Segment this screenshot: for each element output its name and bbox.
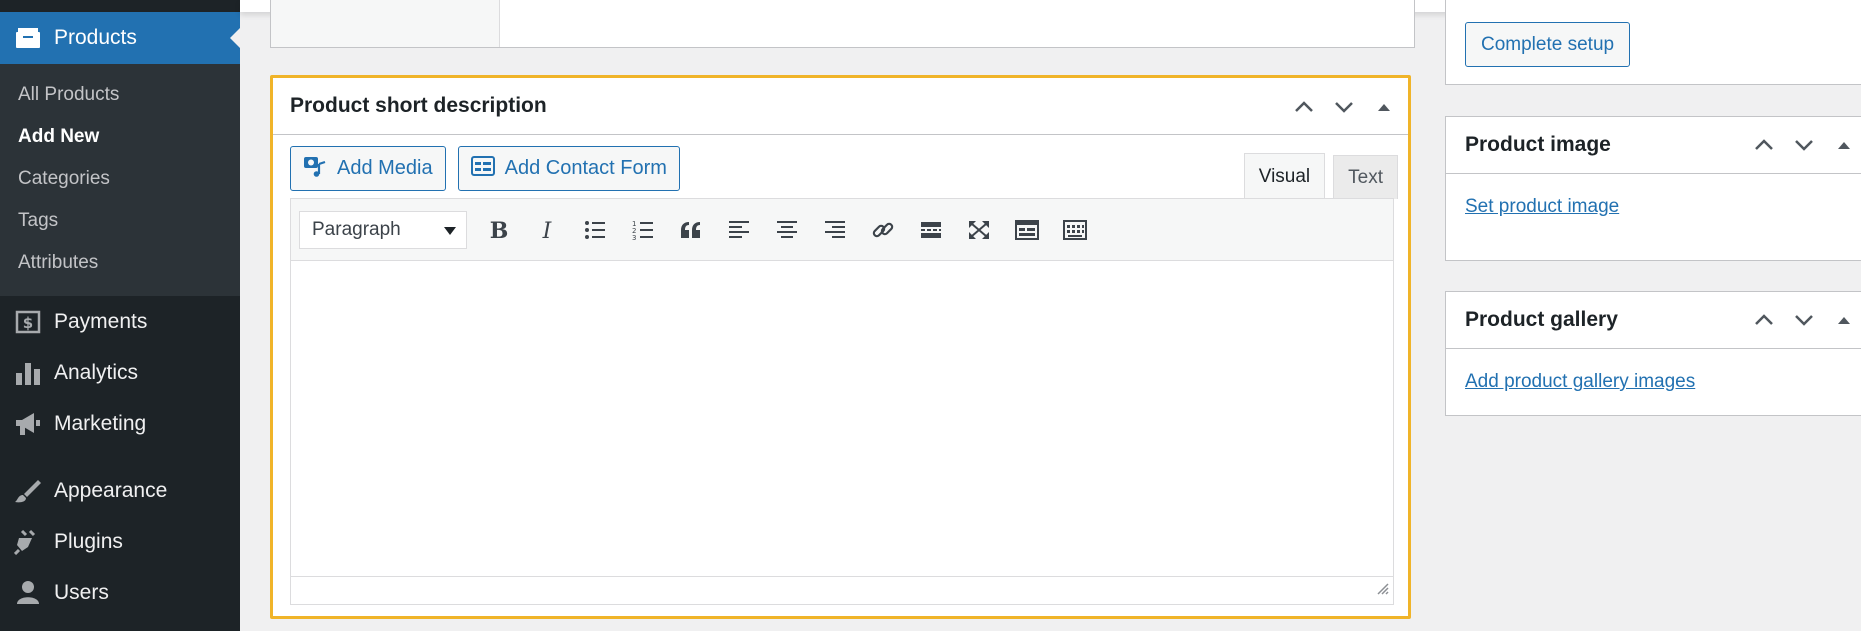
collapse-toggle-icon[interactable] — [1824, 129, 1861, 161]
sidebar-item-label: Appearance — [54, 479, 168, 502]
sidebar-item-products[interactable]: Products — [0, 12, 240, 64]
product-data-tabs — [271, 0, 500, 47]
box-controls — [1744, 129, 1861, 161]
media-icon — [303, 154, 327, 184]
add-contact-form-label: Add Contact Form — [504, 157, 667, 179]
resize-handle-icon[interactable] — [1375, 581, 1389, 600]
caret-down-icon — [444, 226, 456, 235]
svg-text:3: 3 — [632, 234, 636, 240]
sidebar-item-users[interactable]: Users — [0, 568, 240, 618]
megaphone-icon — [14, 410, 42, 438]
box-controls — [1284, 91, 1404, 123]
move-down-icon[interactable] — [1784, 129, 1824, 161]
media-buttons: Add Media Add Contact Form — [290, 146, 680, 191]
italic-icon[interactable]: I — [523, 211, 571, 249]
collapse-toggle-icon[interactable] — [1824, 304, 1861, 336]
align-right-icon[interactable] — [811, 211, 859, 249]
collapse-toggle-icon[interactable] — [1364, 91, 1404, 123]
plugin-icon — [14, 528, 42, 556]
add-gallery-images-link[interactable]: Add product gallery images — [1465, 371, 1695, 392]
numbered-list-icon[interactable]: 123 — [619, 211, 667, 249]
users-icon — [14, 579, 42, 607]
box-body: Add product gallery images — [1446, 349, 1861, 415]
add-media-label: Add Media — [337, 157, 433, 179]
sidebar-item-label: Marketing — [54, 412, 147, 435]
analytics-icon — [14, 359, 42, 387]
product-image-box: Product image Set product image — [1445, 116, 1861, 261]
bulleted-list-icon[interactable] — [571, 211, 619, 249]
format-select[interactable]: Paragraph — [299, 210, 467, 249]
sidebar-item-label: Plugins — [54, 530, 123, 553]
submenu-item-all-products[interactable]: All Products — [0, 74, 240, 116]
sidebar-item-label: Payments — [54, 310, 148, 333]
editor-content-area[interactable] — [291, 261, 1393, 576]
tab-visual[interactable]: Visual — [1243, 153, 1326, 199]
move-down-icon[interactable] — [1324, 91, 1364, 123]
format-select-value: Paragraph — [312, 218, 401, 240]
sidebar-item-plugins[interactable]: Plugins — [0, 517, 240, 567]
blockquote-icon[interactable] — [667, 211, 715, 249]
submenu-item-tags[interactable]: Tags — [0, 200, 240, 242]
box-header: Product image — [1446, 117, 1861, 174]
form-embed-icon[interactable] — [1003, 211, 1051, 249]
editor-tabs: Visual Text — [1243, 153, 1398, 199]
complete-setup-button[interactable]: Complete setup — [1465, 22, 1631, 67]
svg-text:B: B — [490, 219, 508, 241]
move-up-icon[interactable] — [1284, 91, 1324, 123]
box-body: Set product image — [1446, 174, 1861, 240]
box-header: Product short description — [273, 78, 1408, 135]
products-submenu: All Products Add New Categories Tags Att… — [0, 64, 240, 296]
fullscreen-icon[interactable] — [955, 211, 1003, 249]
sidebar-item-label: Analytics — [54, 361, 139, 384]
sidebar-item-label: Products — [54, 26, 137, 49]
box-header: Product gallery — [1446, 292, 1861, 349]
short-description-box: Product short description Add Media Add … — [270, 75, 1411, 619]
products-icon — [14, 25, 42, 51]
read-more-icon[interactable] — [907, 211, 955, 249]
link-icon[interactable] — [859, 211, 907, 249]
paintbrush-icon — [14, 477, 42, 505]
submenu-item-categories[interactable]: Categories — [0, 158, 240, 200]
add-media-button[interactable]: Add Media — [290, 146, 446, 191]
admin-sidebar: Products All Products Add New Categories… — [0, 0, 240, 631]
tab-text[interactable]: Text — [1333, 155, 1398, 199]
setup-box: Complete setup — [1445, 0, 1861, 85]
sidebar-item-label: Users — [54, 581, 109, 604]
move-up-icon[interactable] — [1744, 129, 1784, 161]
sidebar-item-payments[interactable]: $ Payments — [0, 297, 240, 347]
editor-statusbar — [291, 576, 1393, 604]
product-gallery-box: Product gallery Add product gallery imag… — [1445, 291, 1861, 416]
editor-toolbar: Paragraph B I 123 — [291, 199, 1393, 261]
box-controls — [1744, 304, 1861, 336]
sidebar-item-marketing[interactable]: Marketing — [0, 399, 240, 449]
box-title: Product image — [1465, 133, 1611, 156]
payments-icon: $ — [14, 308, 42, 336]
product-data-panel — [270, 0, 1415, 48]
rich-text-editor: Paragraph B I 123 — [290, 198, 1394, 605]
svg-text:$: $ — [23, 314, 33, 332]
box-title: Product gallery — [1465, 308, 1618, 331]
align-left-icon[interactable] — [715, 211, 763, 249]
sidebar-item-appearance[interactable]: Appearance — [0, 466, 240, 516]
sidebar-top-edge — [0, 0, 240, 12]
sidebar-item-analytics[interactable]: Analytics — [0, 348, 240, 398]
set-product-image-link[interactable]: Set product image — [1465, 196, 1619, 217]
form-icon — [470, 155, 495, 182]
align-center-icon[interactable] — [763, 211, 811, 249]
submenu-item-add-new[interactable]: Add New — [0, 116, 240, 158]
move-up-icon[interactable] — [1744, 304, 1784, 336]
submenu-item-attributes[interactable]: Attributes — [0, 242, 240, 284]
toolbar-toggle-icon[interactable] — [1051, 211, 1099, 249]
svg-text:I: I — [542, 219, 553, 241]
box-title: Product short description — [290, 94, 547, 117]
bold-icon[interactable]: B — [475, 211, 523, 249]
move-down-icon[interactable] — [1784, 304, 1824, 336]
add-contact-form-button[interactable]: Add Contact Form — [457, 146, 680, 191]
